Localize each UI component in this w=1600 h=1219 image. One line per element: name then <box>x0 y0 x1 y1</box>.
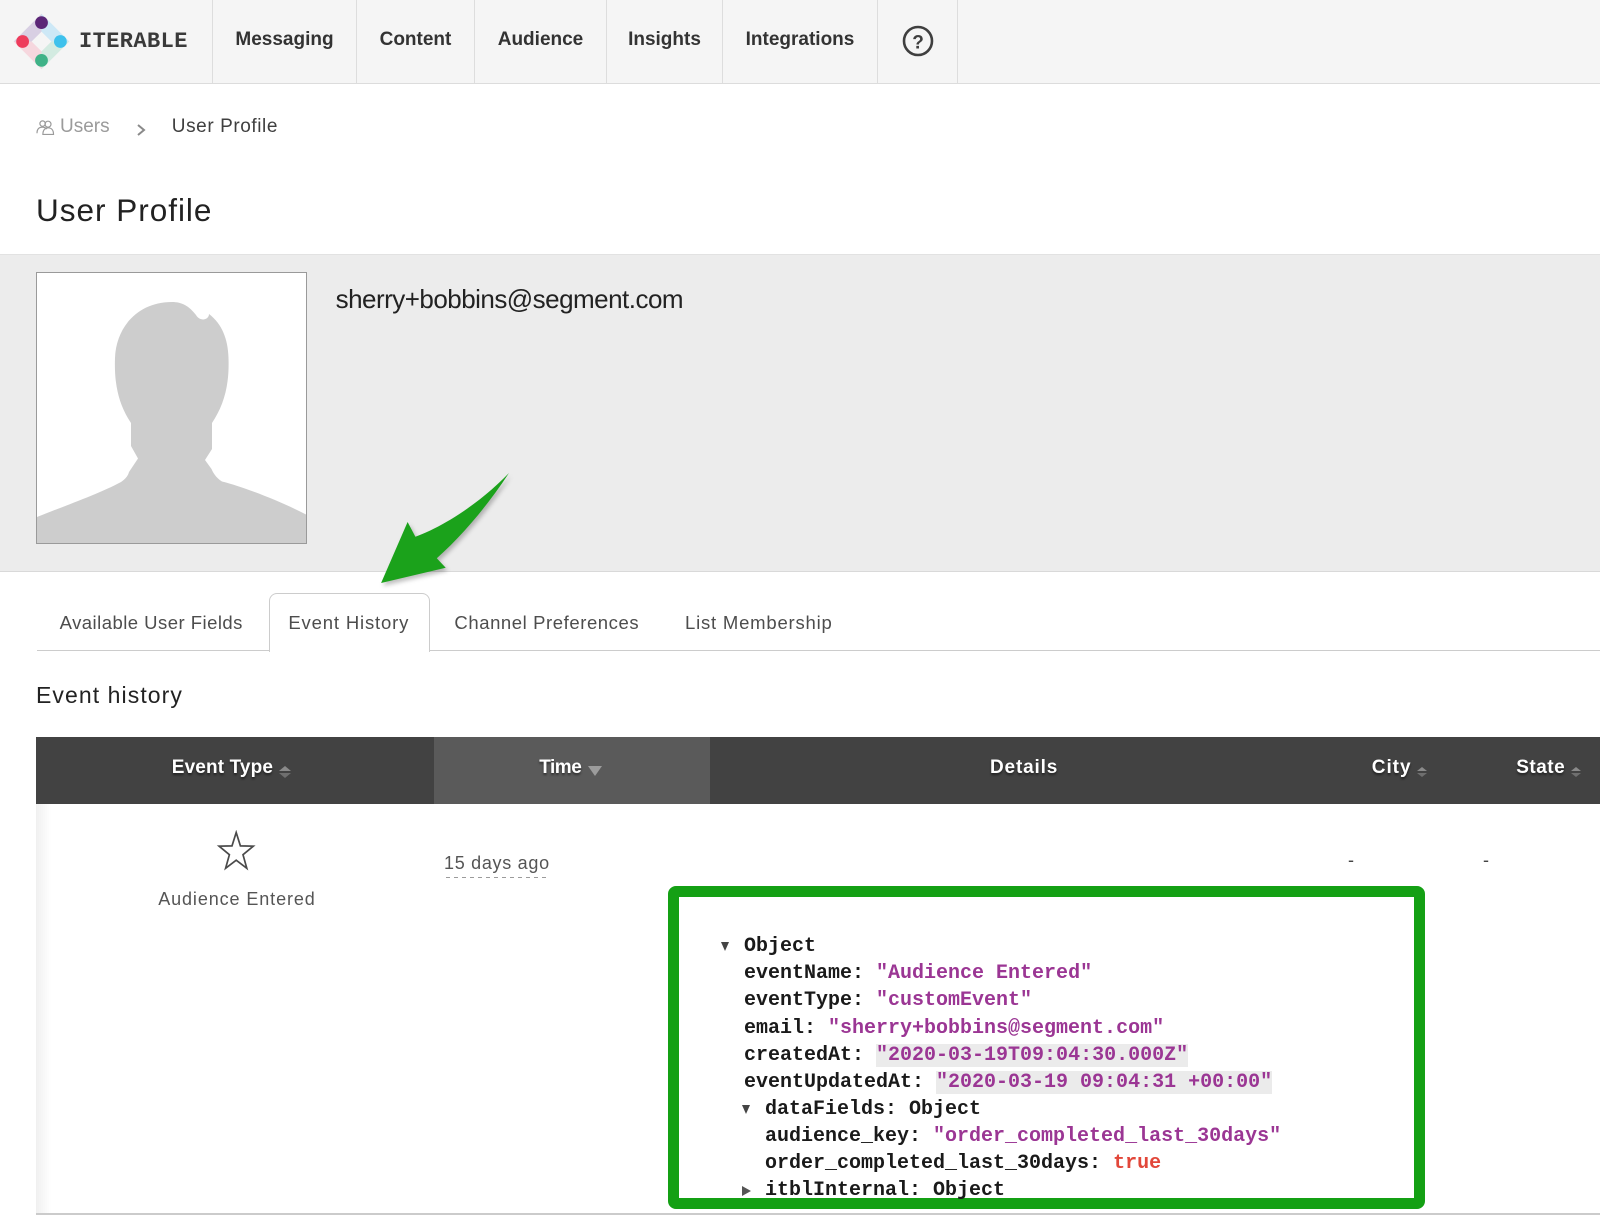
svg-text:?: ? <box>912 33 924 54</box>
